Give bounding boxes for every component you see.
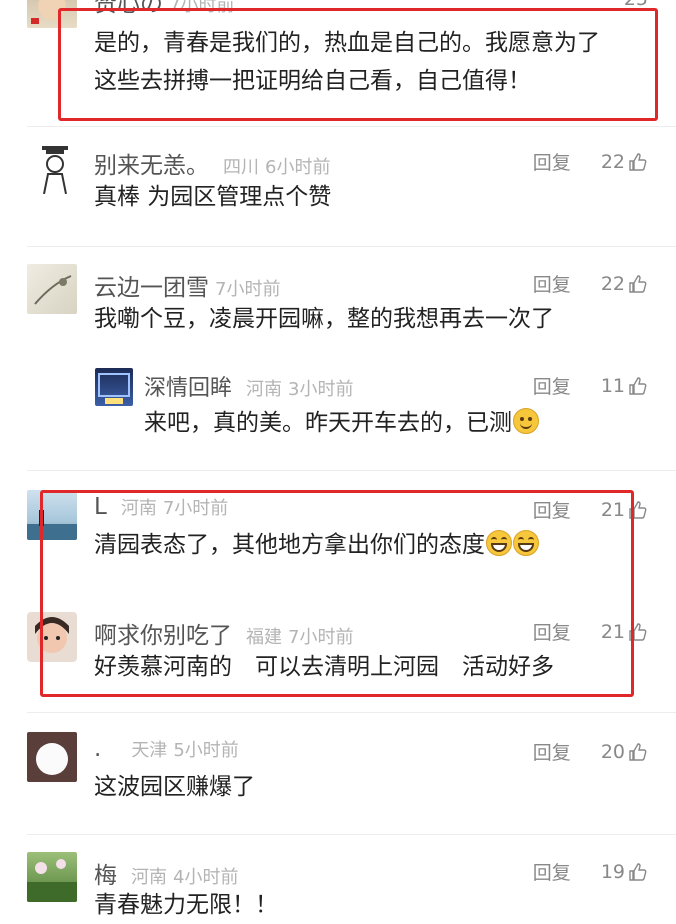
- divider: [27, 126, 676, 127]
- location: 天津: [131, 740, 168, 761]
- comment-meta: 别来无恙。 四川 6小时前: [94, 146, 330, 180]
- thumbs-up-icon[interactable]: [628, 274, 648, 294]
- white-circle-avatar-icon: [36, 743, 68, 775]
- username[interactable]: .: [94, 736, 101, 762]
- night-lights-avatar-icon: [98, 373, 130, 404]
- comment-actions: 回复 22: [533, 148, 648, 175]
- comment-text: 我嘞个豆，凌晨开园嘛，整的我想再去一次了: [94, 306, 554, 332]
- comment-meta: 梅 河南 4小时前: [94, 856, 238, 890]
- reply-button[interactable]: 回复: [533, 372, 571, 399]
- username[interactable]: 别来无恙。: [94, 146, 209, 180]
- location: 河南: [246, 379, 283, 400]
- divider: [27, 712, 676, 713]
- like-count: 22: [600, 272, 625, 295]
- thumbs-up-icon[interactable]: [628, 376, 648, 396]
- avatar[interactable]: [27, 264, 77, 314]
- sketch-man-avatar-icon: [42, 146, 68, 194]
- like-count: 20: [600, 740, 625, 763]
- smiling-face-emoji-icon: [513, 408, 539, 434]
- comment-meta: 深情回眸 河南 3小时前: [144, 370, 353, 402]
- like-count: 19: [600, 860, 625, 883]
- divider: [27, 834, 676, 835]
- comment-text: 真棒 为园区管理点个赞: [94, 184, 332, 210]
- thumbs-up-icon[interactable]: [628, 862, 648, 882]
- comment-actions: 回复 19: [533, 858, 648, 885]
- reply-button[interactable]: 回复: [533, 738, 571, 765]
- comment-actions: 回复 11: [533, 372, 648, 399]
- avatar[interactable]: [27, 732, 77, 782]
- username[interactable]: 梅: [94, 856, 117, 890]
- reply-button[interactable]: 回复: [533, 270, 571, 297]
- avatar[interactable]: [30, 144, 80, 194]
- thumbs-up-icon[interactable]: [628, 152, 648, 172]
- timestamp: 7小时前: [215, 279, 281, 300]
- location: 四川: [223, 157, 259, 178]
- like-count: 11: [600, 374, 625, 397]
- comment-meta: . 天津 5小时前: [94, 736, 239, 762]
- plum-tree-avatar-icon: [27, 859, 77, 902]
- reply-button[interactable]: 回复: [533, 858, 571, 885]
- comment-actions: 回复 20: [533, 738, 648, 765]
- landscape-painting-avatar-icon: [34, 275, 72, 305]
- username[interactable]: 深情回眸: [144, 370, 232, 402]
- comment-text: 青春魅力无限！！: [94, 892, 278, 918]
- like-count: 22: [600, 150, 625, 173]
- comment-text: 这波园区赚爆了: [94, 774, 255, 800]
- highlight-box: [40, 490, 634, 697]
- comment-meta: 云边一团雪 7小时前: [94, 268, 280, 302]
- avatar[interactable]: [27, 852, 77, 902]
- highlight-box: [58, 8, 658, 121]
- avatar[interactable]: [95, 368, 133, 406]
- divider: [27, 470, 676, 471]
- reply-button[interactable]: 回复: [533, 148, 571, 175]
- thumbs-up-icon[interactable]: [628, 742, 648, 762]
- timestamp: 5小时前: [173, 740, 239, 761]
- divider: [27, 246, 676, 247]
- comment-actions: 回复 22: [533, 270, 648, 297]
- comment-text: 来吧，真的美。昨天开车去的，已测: [144, 404, 539, 442]
- timestamp: 6小时前: [265, 157, 331, 178]
- username[interactable]: 云边一团雪: [94, 268, 209, 302]
- timestamp: 3小时前: [288, 379, 354, 400]
